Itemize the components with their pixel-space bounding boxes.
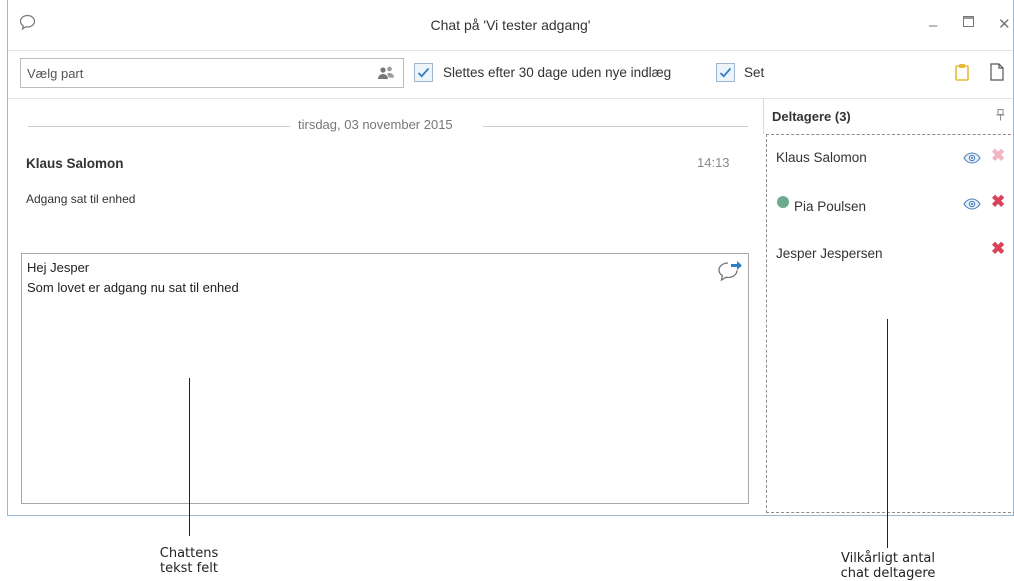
participants-annotation-line1: Vilkårligt antal [840, 551, 936, 566]
participants-pointer-line [887, 319, 888, 548]
new-document-icon[interactable] [990, 63, 1004, 86]
participant-name: Klaus Salomon [776, 150, 867, 165]
pin-icon[interactable] [996, 109, 1005, 124]
chat-date: tirsdag, 03 november 2015 [298, 117, 453, 132]
seen-label: Set [744, 65, 765, 80]
compose-line-2: Som lovet er adgang nu sat til enhed [27, 280, 239, 295]
message-time: 14:13 [697, 155, 730, 170]
participant-name: Jesper Jespersen [776, 246, 883, 261]
compose-line-1: Hej Jesper [27, 260, 90, 275]
checkmark-icon [417, 67, 430, 78]
participant-name: Pia Poulsen [794, 199, 867, 214]
remove-participant-icon[interactable]: ✖ [991, 239, 1005, 259]
online-status-icon [777, 196, 789, 208]
close-button[interactable]: ✕ [998, 15, 1011, 33]
title-bar: Chat på 'Vi tester adgang' – ✕ [8, 0, 1013, 51]
remove-participant-icon[interactable]: ✖ [991, 192, 1005, 212]
participants-title: Deltagere (3) [772, 109, 851, 124]
maximize-icon [963, 16, 974, 27]
participants-annotation: Vilkårligt antal chat deltagere [822, 551, 954, 581]
send-message-icon[interactable] [717, 259, 743, 288]
seen-checkbox[interactable] [716, 63, 735, 82]
chat-text-field[interactable]: Hej Jesper Som lovet er adgang nu sat ti… [21, 253, 749, 504]
toolbar: Vælg part Slettes efter 30 dage uden nye… [8, 50, 1013, 99]
chat-field-annotation-line2: tekst felt [160, 561, 218, 576]
participants-annotation-line2: chat deltagere [840, 566, 936, 581]
checkmark-icon [719, 67, 732, 78]
eye-icon[interactable] [963, 151, 981, 169]
maximize-button[interactable] [963, 14, 974, 31]
date-divider-left [28, 126, 290, 127]
message-text: Adgang sat til enhed [26, 192, 136, 206]
message-sender: Klaus Salomon [26, 156, 124, 171]
delete-after-30-days-label: Slettes efter 30 dage uden nye indlæg [443, 65, 672, 80]
clipboard-icon[interactable] [955, 63, 969, 86]
delete-after-30-days-checkbox[interactable] [414, 63, 433, 82]
people-icon[interactable] [377, 65, 395, 86]
chat-field-annotation: Chattens tekst felt [134, 546, 244, 576]
chat-field-annotation-line1: Chattens [159, 546, 219, 561]
select-party-placeholder: Vælg part [27, 66, 84, 81]
eye-icon[interactable] [963, 197, 981, 215]
window-title: Chat på 'Vi tester adgang' [430, 17, 591, 33]
participants-list: Klaus Salomon ✖ Pia Poulsen ✖ Jesper Jes… [766, 134, 1014, 513]
date-divider-right [483, 126, 748, 127]
minimize-button[interactable]: – [929, 17, 937, 34]
select-party-input[interactable]: Vælg part [20, 58, 404, 88]
chat-field-pointer-line [189, 378, 190, 536]
remove-participant-icon[interactable]: ✖ [991, 146, 1005, 166]
